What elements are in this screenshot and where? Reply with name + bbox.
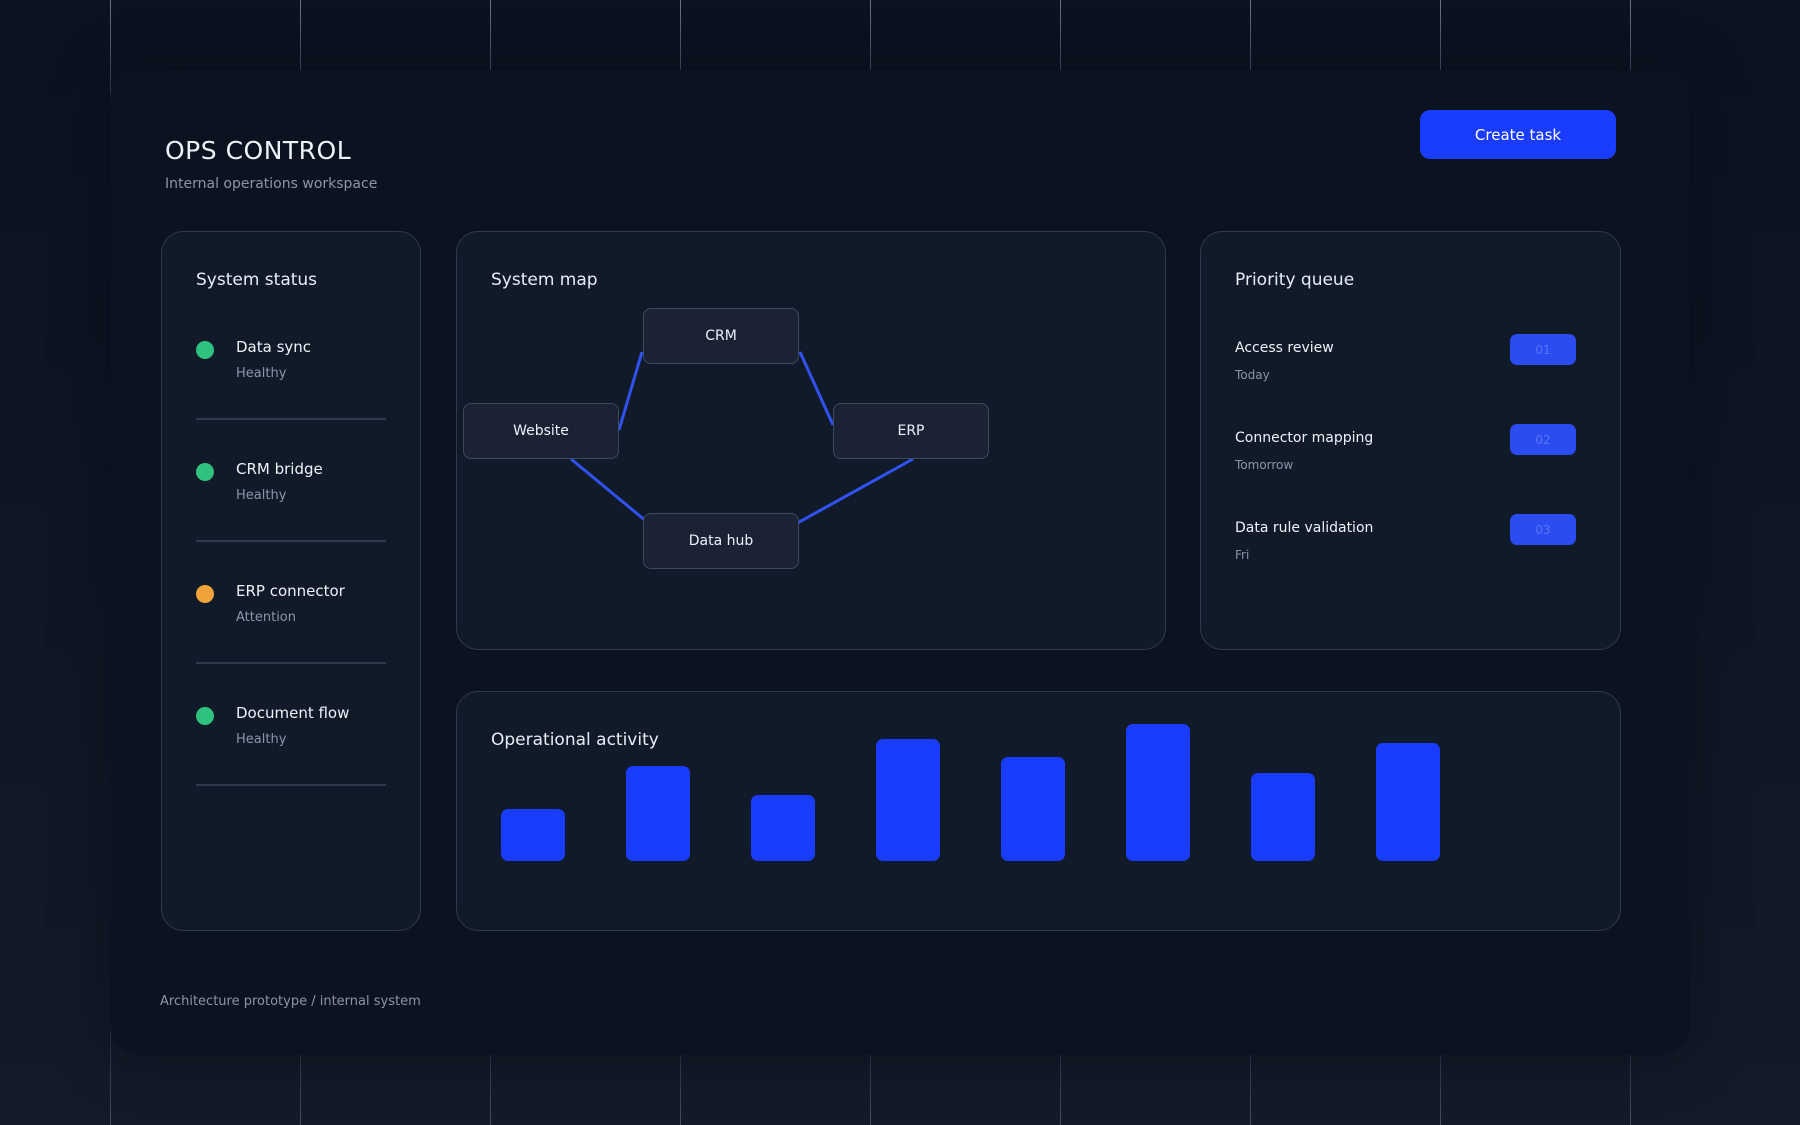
status-name: Data sync — [236, 338, 312, 356]
activity-bar[interactable] — [501, 809, 565, 861]
edge-website-crm — [617, 351, 644, 431]
edge-crm-erp — [798, 351, 835, 426]
queue-item-data-rule-validation[interactable]: Data rule validation Fri 03 — [1235, 514, 1576, 580]
create-task-button[interactable]: Create task — [1420, 110, 1616, 159]
status-name: ERP connector — [236, 582, 345, 600]
status-item-crm-bridge[interactable]: CRM bridge Healthy — [196, 450, 386, 572]
activity-bar[interactable] — [1376, 743, 1440, 861]
queue-item-name: Access review — [1235, 340, 1334, 356]
status-state: Attention — [236, 610, 296, 625]
node-erp[interactable]: ERP — [833, 403, 989, 459]
divider — [196, 784, 386, 786]
status-state: Healthy — [236, 488, 287, 503]
operational-activity-panel: Operational activity — [456, 691, 1621, 931]
node-crm[interactable]: CRM — [643, 308, 799, 364]
activity-bar[interactable] — [1251, 773, 1315, 861]
status-dot-icon — [196, 341, 214, 359]
activity-bar[interactable] — [751, 795, 815, 861]
activity-bar[interactable] — [1001, 757, 1065, 861]
queue-rank-badge: 01 — [1510, 334, 1576, 365]
system-status-title: System status — [196, 270, 318, 290]
activity-bar[interactable] — [876, 739, 940, 861]
divider — [196, 418, 386, 420]
status-dot-icon — [196, 463, 214, 481]
queue-item-connector-mapping[interactable]: Connector mapping Tomorrow 02 — [1235, 424, 1576, 490]
status-item-erp-connector[interactable]: ERP connector Attention — [196, 572, 386, 694]
activity-bar[interactable] — [1126, 724, 1190, 861]
status-name: Document flow — [236, 704, 350, 722]
node-website[interactable]: Website — [463, 403, 619, 459]
system-map-panel: System map CRM Website ERP Data hub — [456, 231, 1166, 650]
status-dot-icon — [196, 707, 214, 725]
divider — [196, 540, 386, 542]
divider — [196, 662, 386, 664]
edge-erp-hub — [791, 457, 914, 528]
operational-activity-title: Operational activity — [491, 730, 659, 750]
queue-item-access-review[interactable]: Access review Today 01 — [1235, 334, 1576, 400]
queue-item-due: Today — [1235, 368, 1270, 382]
queue-item-due: Fri — [1235, 548, 1250, 562]
page-subtitle: Internal operations workspace — [165, 176, 378, 192]
queue-item-name: Connector mapping — [1235, 430, 1374, 446]
priority-queue-title: Priority queue — [1235, 270, 1355, 290]
status-item-data-sync[interactable]: Data sync Healthy — [196, 328, 386, 450]
status-item-document-flow[interactable]: Document flow Healthy — [196, 694, 386, 816]
page-title: OPS CONTROL — [165, 136, 352, 165]
priority-queue-panel: Priority queue Access review Today 01 Co… — [1200, 231, 1621, 650]
system-status-panel: System status Data sync Healthy CRM brid… — [161, 231, 421, 931]
status-state: Healthy — [236, 732, 287, 747]
activity-bar[interactable] — [626, 766, 690, 861]
queue-rank-badge: 03 — [1510, 514, 1576, 545]
status-name: CRM bridge — [236, 460, 323, 478]
footer-note: Architecture prototype / internal system — [160, 994, 421, 1009]
status-state: Healthy — [236, 366, 287, 381]
queue-item-name: Data rule validation — [1235, 520, 1374, 536]
queue-rank-badge: 02 — [1510, 424, 1576, 455]
edge-website-hub — [570, 457, 653, 528]
status-dot-icon — [196, 585, 214, 603]
queue-item-due: Tomorrow — [1235, 458, 1294, 472]
node-data-hub[interactable]: Data hub — [643, 513, 799, 569]
